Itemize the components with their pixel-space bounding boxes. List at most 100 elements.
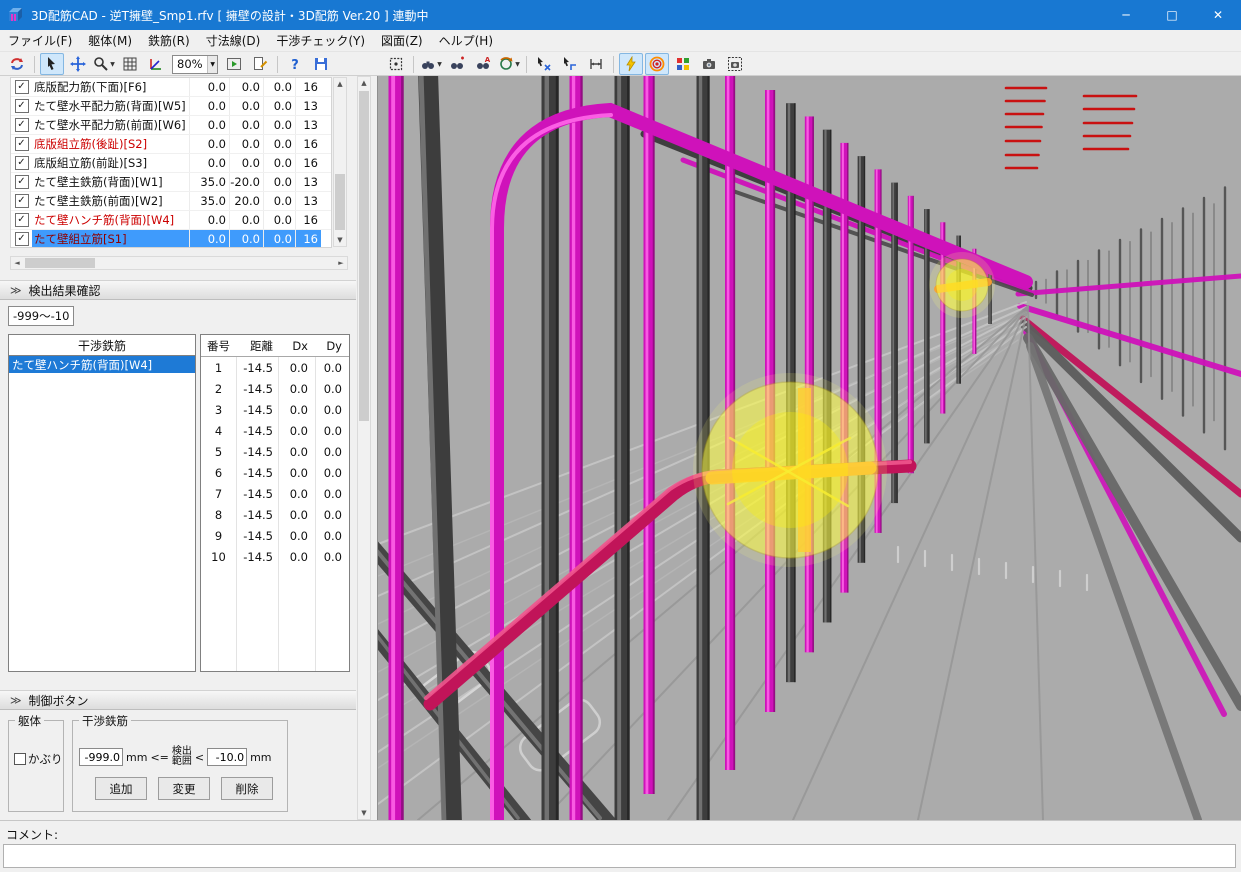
panel-vscrollbar[interactable]: ▲ ▼ xyxy=(357,76,371,820)
rebar-value: 16 xyxy=(295,154,321,172)
rebar-row[interactable]: ✓たて壁水平配力筋(前面)[W6]0.00.00.013 xyxy=(11,116,331,135)
result-row[interactable]: 5-14.50.00.0 xyxy=(201,441,349,462)
menu-help[interactable]: ヘルプ(H) xyxy=(431,30,501,51)
comment-input[interactable] xyxy=(3,844,1236,868)
rebar-visibility-checkbox[interactable]: ✓ xyxy=(15,118,29,132)
rebar-row[interactable]: ✓たて壁水平配力筋(背面)[W5]0.00.00.013 xyxy=(11,97,331,116)
zoom-level-combo[interactable]: 80%▼ xyxy=(172,55,218,74)
rebar-visibility-checkbox[interactable]: ✓ xyxy=(15,175,29,189)
dimension-icon[interactable] xyxy=(584,53,608,75)
result-value: 0.0 xyxy=(278,483,315,504)
change-button[interactable]: 変更 xyxy=(158,777,210,800)
rebar-row[interactable]: ✓底版組立筋(後趾)[S2]0.00.00.016 xyxy=(11,135,331,154)
rebar-table-hscrollbar[interactable]: ◄ ► xyxy=(10,256,348,270)
zoom-icon[interactable]: ▼ xyxy=(92,53,116,75)
capture-icon[interactable] xyxy=(723,53,747,75)
scrollbar-thumb[interactable] xyxy=(25,258,95,268)
viewport-3d[interactable] xyxy=(378,76,1241,820)
rebar-visibility-checkbox[interactable]: ✓ xyxy=(15,156,29,170)
rebar-visibility-checkbox[interactable]: ✓ xyxy=(15,213,29,227)
rebar-visibility-checkbox[interactable]: ✓ xyxy=(15,80,29,94)
pick-x-icon[interactable] xyxy=(532,53,556,75)
min-range-input[interactable] xyxy=(79,748,123,766)
rotate-icon[interactable]: ▼ xyxy=(497,53,521,75)
menu-rebar[interactable]: 鉄筋(R) xyxy=(140,30,198,51)
result-row[interactable]: 3-14.50.00.0 xyxy=(201,399,349,420)
cover-checkbox[interactable] xyxy=(14,753,26,765)
grid-icon[interactable] xyxy=(118,53,142,75)
rebar-visibility-checkbox[interactable]: ✓ xyxy=(15,232,29,246)
lightning-icon[interactable] xyxy=(619,53,643,75)
minimize-button[interactable]: ─ xyxy=(1103,0,1149,30)
rebar-row[interactable]: ✓底版配力筋(下面)[F6]0.00.00.016 xyxy=(11,78,331,97)
cover-checkbox-row[interactable]: かぶり xyxy=(14,751,63,767)
result-row[interactable]: 4-14.50.00.0 xyxy=(201,420,349,441)
result-row[interactable]: 8-14.50.00.0 xyxy=(201,504,349,525)
result-row[interactable]: 1-14.50.00.0 xyxy=(201,357,349,378)
result-value: -14.5 xyxy=(236,357,278,378)
rebar-row[interactable]: ✓たて壁主鉄筋(前面)[W2]35.020.00.013 xyxy=(11,192,331,211)
find-icon[interactable]: ▼ xyxy=(419,53,443,75)
camera-icon[interactable] xyxy=(697,53,721,75)
delete-button[interactable]: 削除 xyxy=(221,777,273,800)
section-detection-results[interactable]: ≫ 検出結果確認 xyxy=(0,280,356,300)
legend-icon[interactable] xyxy=(671,53,695,75)
edit-icon[interactable] xyxy=(248,53,272,75)
scroll-down-icon[interactable]: ▼ xyxy=(334,234,346,246)
menu-file[interactable]: ファイル(F) xyxy=(0,30,80,51)
save-icon[interactable] xyxy=(309,53,333,75)
detection-range-label: 検出 範囲 xyxy=(172,747,192,767)
scrollbar-thumb[interactable] xyxy=(359,91,369,421)
rebar-visibility-checkbox[interactable]: ✓ xyxy=(15,137,29,151)
rebar-value: 0.0 xyxy=(263,211,295,229)
rebar-row[interactable]: ✓底版組立筋(前趾)[S3]0.00.00.016 xyxy=(11,154,331,173)
scroll-down-icon[interactable]: ▼ xyxy=(358,807,370,819)
result-column-header: 距離 xyxy=(236,335,278,356)
rebar-table-vscrollbar[interactable]: ▲ ▼ xyxy=(333,77,347,247)
result-row[interactable]: 9-14.50.00.0 xyxy=(201,525,349,546)
rebar-row[interactable]: ✓たて壁ハンチ筋(背面)[W4]0.00.00.016 xyxy=(11,211,331,230)
menu-body[interactable]: 躯体(M) xyxy=(80,30,140,51)
scrollbar-thumb[interactable] xyxy=(335,174,345,230)
scroll-up-icon[interactable]: ▲ xyxy=(334,78,346,90)
menu-dimension[interactable]: 寸法線(D) xyxy=(198,30,269,51)
find-a-icon[interactable]: A xyxy=(471,53,495,75)
sync-icon[interactable] xyxy=(5,53,29,75)
result-row[interactable]: 6-14.50.00.0 xyxy=(201,462,349,483)
play-icon[interactable] xyxy=(222,53,246,75)
rebar-visibility-checkbox[interactable]: ✓ xyxy=(15,194,29,208)
pick-axis-icon[interactable] xyxy=(558,53,582,75)
rebar-value: 16 xyxy=(295,135,321,153)
find-plus-icon[interactable] xyxy=(445,53,469,75)
result-row[interactable]: 2-14.50.00.0 xyxy=(201,378,349,399)
range-select[interactable]: -999～-10 xyxy=(8,306,74,326)
result-row[interactable]: 10-14.50.00.0 xyxy=(201,546,349,567)
interference-list-item[interactable]: たて壁ハンチ筋(背面)[W4] xyxy=(9,356,195,373)
max-range-input[interactable] xyxy=(207,748,247,766)
close-button[interactable]: ✕ xyxy=(1195,0,1241,30)
svg-text:?: ? xyxy=(291,58,299,72)
rebar-row[interactable]: ✓たて壁主鉄筋(背面)[W1]35.0-20.00.013 xyxy=(11,173,331,192)
menu-drawing[interactable]: 図面(Z) xyxy=(373,30,431,51)
result-row[interactable]: 7-14.50.00.0 xyxy=(201,483,349,504)
help-icon[interactable]: ? xyxy=(283,53,307,75)
rebar-row[interactable]: ✓たて壁組立筋[S1]0.00.00.016 xyxy=(11,230,331,248)
section-control-buttons[interactable]: ≫ 制御ボタン xyxy=(0,690,356,710)
maximize-button[interactable]: □ xyxy=(1149,0,1195,30)
menu-interference-check[interactable]: 干渉チェック(Y) xyxy=(268,30,373,51)
rebar-value: 0.0 xyxy=(189,116,229,134)
target-icon[interactable] xyxy=(645,53,669,75)
fit-icon[interactable] xyxy=(384,53,408,75)
move-icon[interactable] xyxy=(66,53,90,75)
result-value: -14.5 xyxy=(236,378,278,399)
add-button[interactable]: 追加 xyxy=(95,777,147,800)
rebar-visibility-checkbox[interactable]: ✓ xyxy=(15,99,29,113)
scroll-up-icon[interactable]: ▲ xyxy=(358,77,370,89)
rebar-3d-scene[interactable] xyxy=(378,76,1241,820)
select-icon[interactable] xyxy=(40,53,64,75)
scroll-right-icon[interactable]: ► xyxy=(335,257,347,269)
view-icon[interactable] xyxy=(144,53,168,75)
rebar-name: 底版配力筋(下面)[F6] xyxy=(32,78,189,96)
scroll-left-icon[interactable]: ◄ xyxy=(11,257,23,269)
app-icon xyxy=(8,7,24,23)
